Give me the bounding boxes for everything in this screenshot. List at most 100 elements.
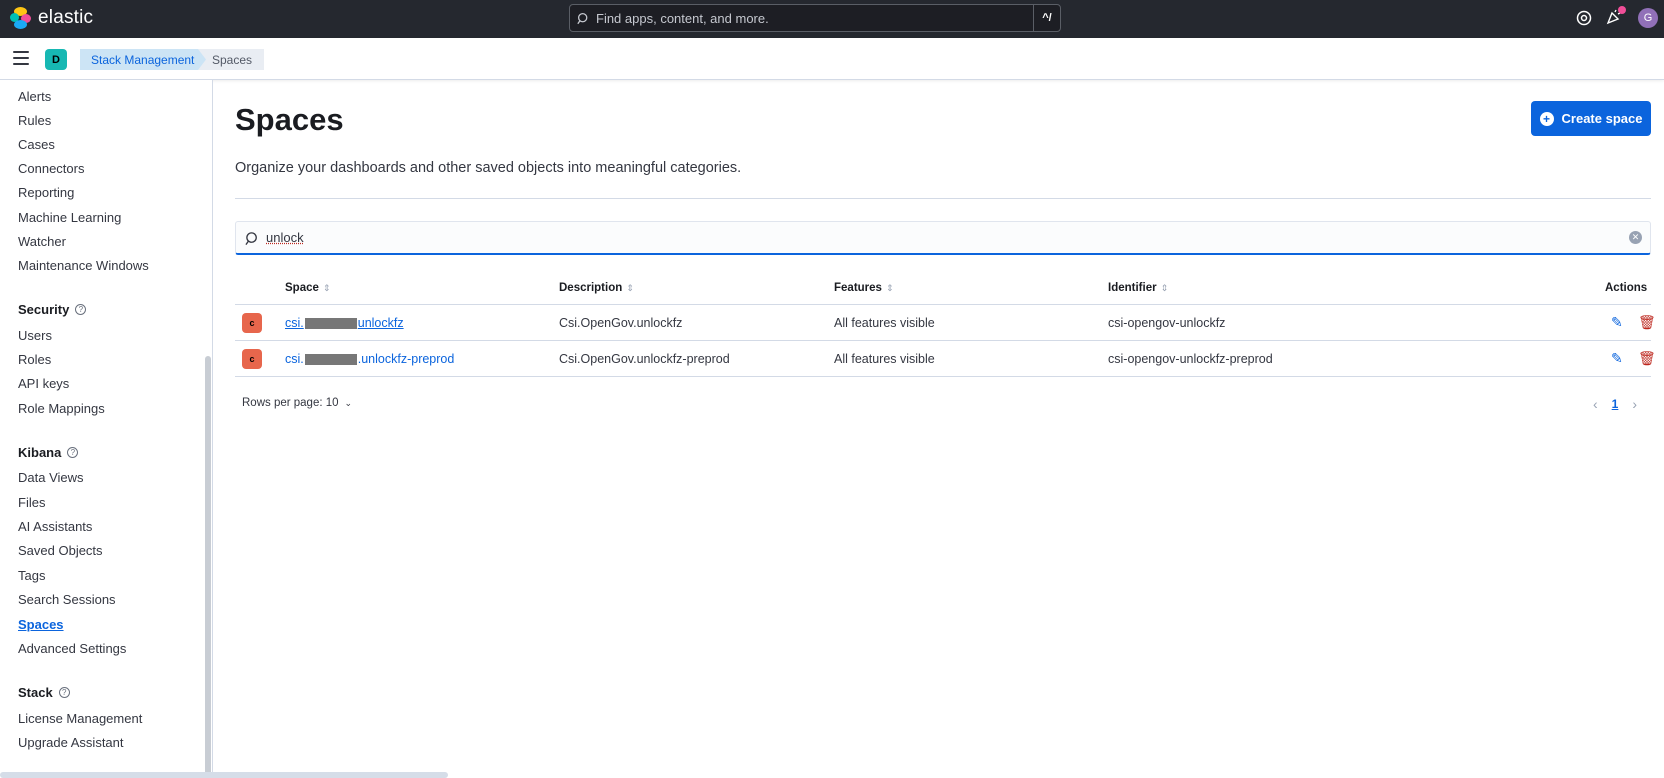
spaces-search-input[interactable]: unlock ✕ xyxy=(235,221,1651,255)
edit-icon[interactable]: ✎ xyxy=(1611,350,1623,367)
rows-per-page-button[interactable]: Rows per page: 10 ⌄ xyxy=(242,397,352,409)
sidebar-group-title: Security xyxy=(18,302,70,317)
space-selector[interactable]: D xyxy=(45,49,67,70)
space-identifier: csi-opengov-unlockfz-preprod xyxy=(1108,352,1273,366)
sidebar-item-alerts[interactable]: Alerts xyxy=(18,89,51,104)
sidebar-item-cases[interactable]: Cases xyxy=(18,137,55,152)
sidebar: Alerts Rules Cases Connectors Reporting … xyxy=(0,80,213,778)
sidebar-item-data-views[interactable]: Data Views xyxy=(18,470,84,485)
trash-icon[interactable]: 🗑 xyxy=(1638,314,1656,331)
chevron-left-icon[interactable]: ‹ xyxy=(1593,396,1598,412)
sidebar-group-stack: Stack ? xyxy=(18,685,70,700)
sidebar-item-tags[interactable]: Tags xyxy=(18,568,45,583)
sidebar-item-upgrade-assistant[interactable]: Upgrade Assistant xyxy=(18,735,124,750)
rows-per-page-label: Rows per page: 10 xyxy=(242,397,339,409)
plus-circle-icon: + xyxy=(1539,111,1554,126)
sidebar-item-api-keys[interactable]: API keys xyxy=(18,376,69,391)
page-description: Organize your dashboards and other saved… xyxy=(235,160,742,176)
search-shortcut: ^/ xyxy=(1033,5,1060,31)
top-header: elastic Find apps, content, and more. ^/… xyxy=(0,0,1664,38)
sidebar-item-roles[interactable]: Roles xyxy=(18,352,51,367)
redacted-block xyxy=(304,354,357,366)
sidebar-item-saved-objects[interactable]: Saved Objects xyxy=(18,543,103,558)
pagination: ‹ 1 › xyxy=(1593,396,1637,412)
table-row: c csi. .unlockfz-preprod Csi.OpenGov.unlo… xyxy=(235,341,1656,377)
elastic-logo[interactable]: elastic xyxy=(10,7,93,29)
column-header-actions: Actions xyxy=(1605,282,1647,294)
menu-icon[interactable] xyxy=(13,51,29,65)
space-avatar: c xyxy=(242,349,262,369)
news-icon[interactable] xyxy=(1606,6,1626,27)
sort-icon: ⇕ xyxy=(626,282,634,293)
sidebar-item-connectors[interactable]: Connectors xyxy=(18,161,84,176)
clear-icon[interactable]: ✕ xyxy=(1629,231,1642,244)
column-header-space[interactable]: Space ⇕ xyxy=(285,282,330,294)
breadcrumb-stack-management[interactable]: Stack Management xyxy=(80,49,208,70)
redacted-block xyxy=(304,318,357,330)
sidebar-item-license-management[interactable]: License Management xyxy=(18,711,142,726)
help-icon[interactable]: ? xyxy=(67,447,79,458)
sidebar-item-watcher[interactable]: Watcher xyxy=(18,234,66,249)
search-icon xyxy=(577,12,588,24)
search-placeholder: Find apps, content, and more. xyxy=(596,10,769,26)
user-avatar[interactable]: G xyxy=(1638,8,1658,28)
brand-name: elastic xyxy=(38,7,94,28)
notification-dot xyxy=(1618,6,1626,14)
space-name-suffix: unlockfz xyxy=(357,316,404,330)
column-label: Description xyxy=(559,282,623,294)
sidebar-group-title: Kibana xyxy=(18,445,62,460)
sidebar-item-reporting[interactable]: Reporting xyxy=(18,185,74,200)
page-number[interactable]: 1 xyxy=(1612,397,1619,411)
sidebar-item-users[interactable]: Users xyxy=(18,328,52,343)
sidebar-item-rules[interactable]: Rules xyxy=(18,113,51,128)
space-name-link[interactable]: csi. .unlockfz-preprod xyxy=(285,352,454,366)
breadcrumb-spaces: Spaces xyxy=(198,49,265,70)
help-icon[interactable]: ? xyxy=(75,304,87,315)
main-content: Spaces + Create space Organize your dash… xyxy=(213,80,1664,778)
divider xyxy=(235,198,1651,199)
create-space-button[interactable]: + Create space xyxy=(1531,101,1651,136)
space-name-link[interactable]: csi. unlockfz xyxy=(285,316,404,330)
search-value: unlock xyxy=(266,230,304,245)
sidebar-item-advanced-settings[interactable]: Advanced Settings xyxy=(18,641,126,656)
sidebar-item-role-mappings[interactable]: Role Mappings xyxy=(18,401,105,416)
column-label: Features xyxy=(834,282,882,294)
column-label: Identifier xyxy=(1108,282,1157,294)
column-header-features[interactable]: Features ⇕ xyxy=(834,282,893,294)
sidebar-item-maintenance-windows[interactable]: Maintenance Windows xyxy=(18,258,149,273)
space-features: All features visible xyxy=(834,316,935,330)
elastic-logo-icon xyxy=(10,7,32,29)
space-name-prefix: csi. xyxy=(285,352,304,366)
space-description: Csi.OpenGov.unlockfz xyxy=(559,316,683,330)
space-description: Csi.OpenGov.unlockfz-preprod xyxy=(559,352,730,366)
chevron-down-icon: ⌄ xyxy=(344,397,353,408)
column-label: Actions xyxy=(1605,282,1648,294)
page-title: Spaces xyxy=(235,102,344,137)
sort-icon: ⇕ xyxy=(885,282,894,293)
chevron-right-icon[interactable]: › xyxy=(1632,396,1637,412)
column-header-identifier[interactable]: Identifier ⇕ xyxy=(1108,282,1168,294)
edit-icon[interactable]: ✎ xyxy=(1611,314,1623,331)
create-space-label: Create space xyxy=(1561,111,1643,126)
sort-icon: ⇕ xyxy=(1160,282,1169,293)
sort-icon: ⇕ xyxy=(322,282,331,293)
sidebar-scrollbar[interactable] xyxy=(205,356,211,778)
space-identifier: csi-opengov-unlockfz xyxy=(1108,316,1226,330)
sidebar-group-security: Security ? xyxy=(18,302,87,317)
sidebar-item-search-sessions[interactable]: Search Sessions xyxy=(18,592,116,607)
sidebar-group-kibana: Kibana ? xyxy=(18,445,79,460)
sidebar-item-machine-learning[interactable]: Machine Learning xyxy=(18,210,121,225)
space-features: All features visible xyxy=(834,352,935,366)
help-icon[interactable]: ? xyxy=(58,687,70,698)
help-icon[interactable] xyxy=(1576,10,1592,26)
column-label: Space xyxy=(285,282,319,294)
sidebar-item-ai-assistants[interactable]: AI Assistants xyxy=(18,519,92,534)
trash-icon[interactable]: 🗑 xyxy=(1638,350,1656,367)
sidebar-item-files[interactable]: Files xyxy=(18,495,45,510)
table-row: c csi. unlockfz Csi.OpenGov.unlockfz All … xyxy=(235,305,1656,341)
space-name-suffix: .unlockfz-preprod xyxy=(357,352,455,366)
global-search-input[interactable]: Find apps, content, and more. ^/ xyxy=(569,4,1061,32)
sidebar-group-title: Stack xyxy=(18,685,53,700)
column-header-description[interactable]: Description ⇕ xyxy=(559,282,634,294)
sidebar-item-spaces[interactable]: Spaces xyxy=(18,617,64,632)
